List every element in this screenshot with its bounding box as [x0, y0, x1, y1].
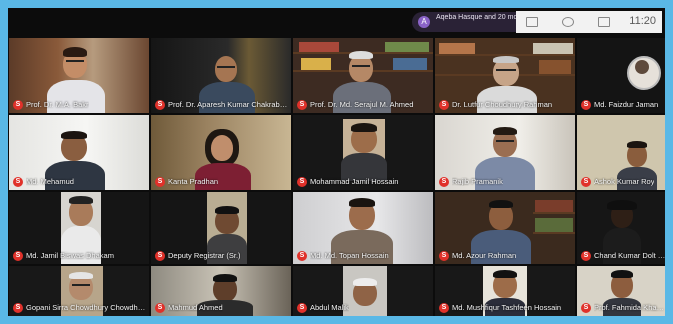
participant-name: Rajib Pramanik — [452, 177, 503, 186]
participant-label: S Md. Mushfiqur Tashfeen Hossain — [439, 302, 561, 313]
participant-name: Deputy Registrar (Sr.) — [168, 251, 241, 260]
video-tile[interactable]: S Mahmud Ahmed — [151, 266, 291, 316]
banner-text: Aqeba Hasque and 20 more — [436, 14, 524, 21]
video-tile[interactable]: S Rajib Pramanik — [435, 115, 575, 190]
video-tile[interactable]: S Md. Jamil Biswas Dhakam — [9, 192, 149, 264]
participant-name: Chand Kumar Dolt Roy — [594, 251, 665, 260]
participant-name: Prof. Dr. M.A. Bakr — [26, 100, 89, 109]
muted-mic-icon: S — [155, 250, 165, 261]
participant-name: Prof. Dr. Aparesh Kumar Chakraborty — [168, 100, 290, 109]
participant-name: Mahmud Ahmed — [168, 303, 223, 312]
muted-mic-icon: S — [439, 302, 449, 313]
participant-label: S Kanta Pradhan — [155, 176, 218, 187]
muted-mic-icon: S — [439, 99, 449, 110]
participant-name: Kanta Pradhan — [168, 177, 219, 186]
video-tile[interactable]: S Dr. Lutfur Choudhury Rahman — [435, 38, 575, 113]
muted-mic-icon: S — [439, 250, 449, 261]
muted-mic-icon: S — [155, 99, 165, 110]
participant-label: S Md. Md. Topan Hossain — [297, 250, 389, 261]
activity-icon[interactable] — [562, 17, 574, 27]
participant-name: Md. Mushfiqur Tashfeen Hossain — [452, 303, 562, 312]
muted-mic-icon: S — [297, 176, 307, 187]
participant-name: Ashok Kumar Roy — [594, 177, 655, 186]
participant-name: Gopani Sirra Chowdhury Chowdhury — [26, 303, 148, 312]
video-tile[interactable]: S Mohammad Jamil Hossain — [293, 115, 433, 190]
muted-mic-icon: S — [297, 99, 307, 110]
participant-label: S Rajib Pramanik — [439, 176, 503, 187]
muted-mic-icon: S — [297, 302, 307, 313]
participant-label: S Chand Kumar Dolt Roy — [581, 250, 665, 261]
video-tile[interactable]: S Prof. Dr. Md. Serajul M. Ahmed — [293, 38, 433, 113]
chat-icon[interactable] — [598, 17, 610, 27]
participant-name: Md. Faizdur Jaman — [594, 100, 659, 109]
video-tile[interactable]: S Gopani Sirra Chowdhury Chowdhury — [9, 266, 149, 316]
participant-label: S Deputy Registrar (Sr.) — [155, 250, 241, 261]
video-tile[interactable]: S Ashok Kumar Roy — [577, 115, 665, 190]
participant-name: Md. Azour Rahman — [452, 251, 517, 260]
muted-mic-icon: S — [581, 176, 591, 187]
video-tile[interactable]: S Md. Azour Rahman — [435, 192, 575, 264]
video-tile[interactable]: S Prof. Dr. M.A. Bakr — [9, 38, 149, 113]
participant-name: Md. Md. Topan Hossain — [310, 251, 389, 260]
muted-mic-icon: S — [581, 99, 591, 110]
participant-label: S Md. Jamil Biswas Dhakam — [13, 250, 114, 261]
muted-mic-icon: S — [439, 176, 449, 187]
participant-name: Mohammad Jamil Hossain — [310, 177, 399, 186]
participant-label: S Dr. Lutfur Choudhury Rahman — [439, 99, 552, 110]
video-tile[interactable]: S Md. Mehamud — [9, 115, 149, 190]
participant-name: Dr. Lutfur Choudhury Rahman — [452, 100, 553, 109]
muted-mic-icon: S — [13, 250, 23, 261]
participant-name: Md. Jamil Biswas Dhakam — [26, 251, 114, 260]
participant-label: S Prof. Dr. Aparesh Kumar Chakraborty — [155, 99, 289, 110]
participant-name: Prof. Fahmida Khanam Karim — [594, 303, 665, 312]
muted-mic-icon: S — [581, 302, 591, 313]
muted-mic-icon: S — [13, 99, 23, 110]
participant-label: S Abdul Malik — [297, 302, 349, 313]
muted-mic-icon: S — [581, 250, 591, 261]
participant-label: S Md. Mehamud — [13, 176, 74, 187]
participant-name: Abdul Malik — [310, 303, 349, 312]
video-tile[interactable]: S Md. Mushfiqur Tashfeen Hossain — [435, 266, 575, 316]
top-bar: A Aqeba Hasque and 20 more 11:20 — [8, 8, 665, 34]
video-tile[interactable]: SProf. Fahmida Khanam Karim — [577, 266, 665, 316]
video-tile[interactable]: S Chand Kumar Dolt Roy — [577, 192, 665, 264]
participants-banner[interactable]: A Aqeba Hasque and 20 more — [412, 12, 530, 32]
participant-label: S Md. Azour Rahman — [439, 250, 516, 261]
participant-label: S Md. Faizdur Jaman — [581, 99, 658, 110]
muted-mic-icon: S — [155, 302, 165, 313]
muted-mic-icon: S — [155, 176, 165, 187]
video-tile[interactable]: S Prof. Dr. Aparesh Kumar Chakraborty — [151, 38, 291, 113]
participant-label: S Prof. Dr. M.A. Bakr — [13, 99, 89, 110]
participant-label: S Gopani Sirra Chowdhury Chowdhury — [13, 302, 147, 313]
participant-label: S Mahmud Ahmed — [155, 302, 223, 313]
video-tile[interactable]: S Md. Faizdur Jaman — [577, 38, 665, 113]
muted-mic-icon: S — [13, 302, 23, 313]
meeting-window: A Aqeba Hasque and 20 more 11:20 S Prof. … — [8, 8, 665, 316]
participant-name: Md. Mehamud — [26, 177, 74, 186]
muted-mic-icon: S — [297, 250, 307, 261]
participant-label: S Ashok Kumar Roy — [581, 176, 654, 187]
video-tile[interactable]: S Kanta Pradhan — [151, 115, 291, 190]
meeting-clock: 11:20 — [629, 15, 656, 27]
video-tile[interactable]: S Deputy Registrar (Sr.) — [151, 192, 291, 264]
video-tile[interactable]: S Abdul Malik — [293, 266, 433, 316]
participant-label: SProf. Fahmida Khanam Karim — [581, 302, 665, 313]
participant-label: S Prof. Dr. Md. Serajul M. Ahmed — [297, 99, 413, 110]
meeting-toolbar: 11:20 — [516, 11, 662, 33]
video-tile[interactable]: S Md. Md. Topan Hossain — [293, 192, 433, 264]
participant-label: S Mohammad Jamil Hossain — [297, 176, 398, 187]
muted-mic-icon: S — [13, 176, 23, 187]
participants-icon[interactable] — [526, 17, 538, 27]
banner-avatar: A — [418, 16, 430, 28]
participant-name: Prof. Dr. Md. Serajul M. Ahmed — [310, 100, 414, 109]
